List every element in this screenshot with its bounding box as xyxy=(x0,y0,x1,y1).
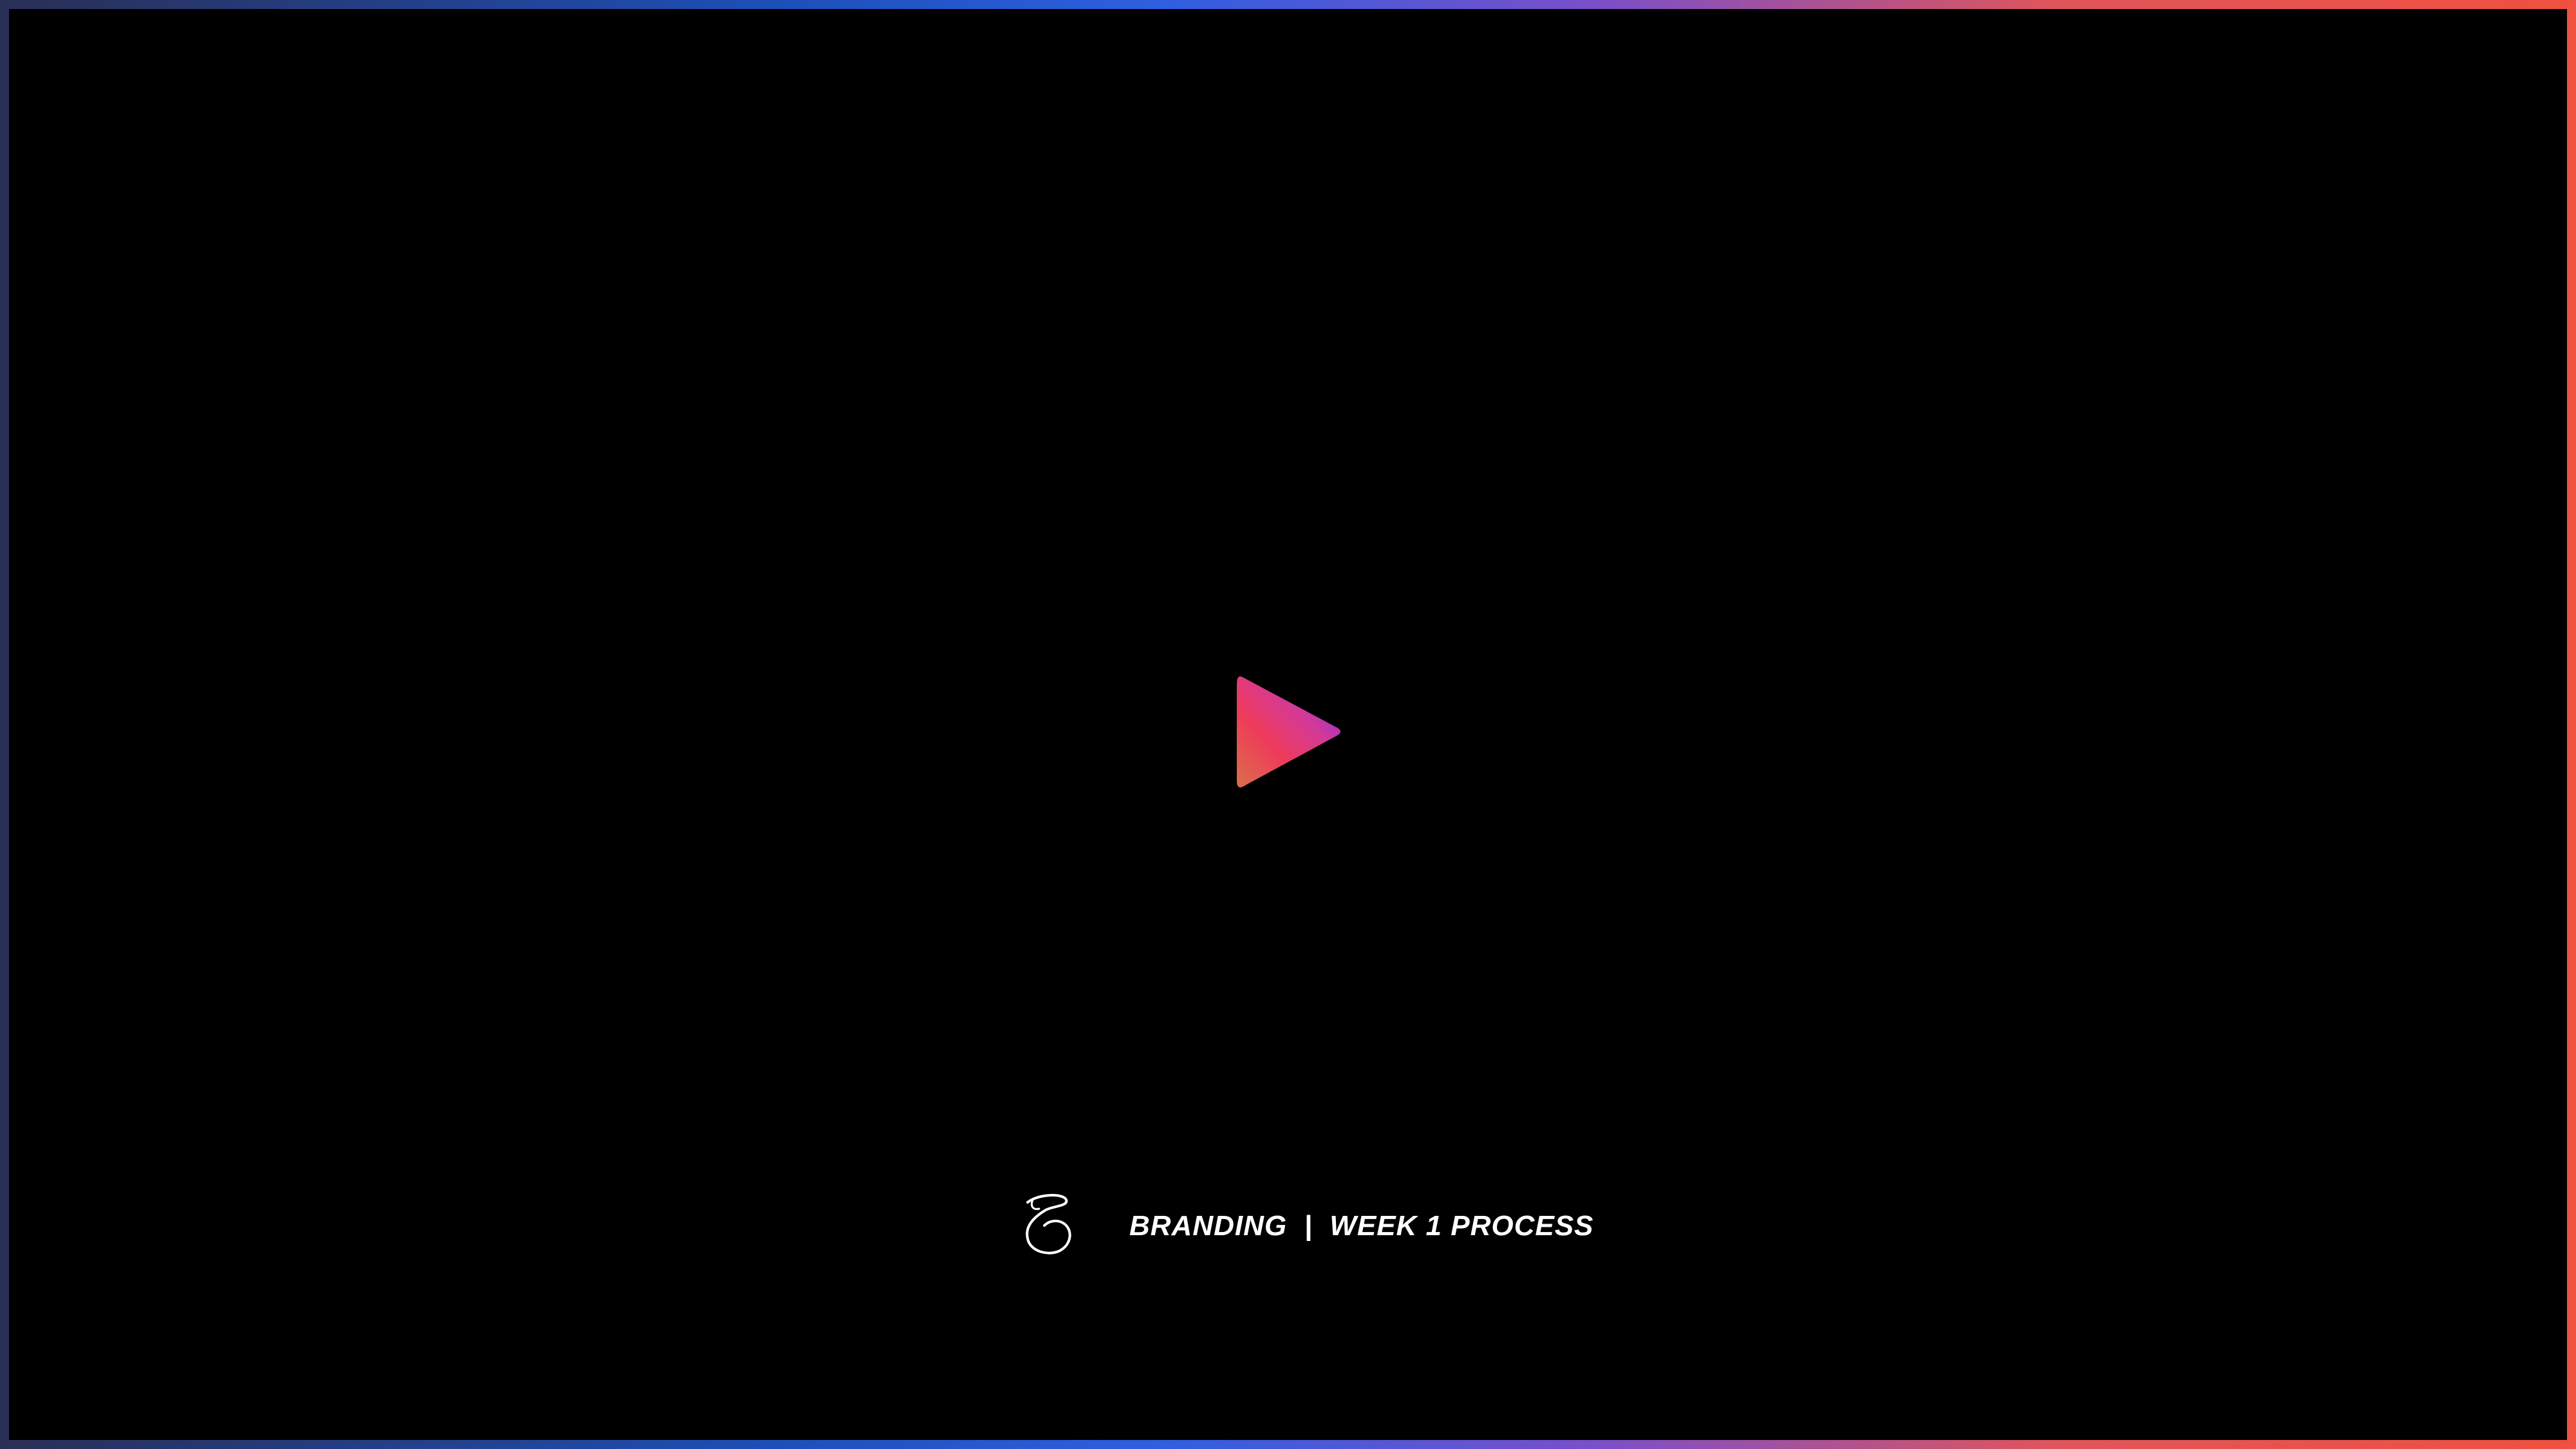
play-button[interactable] xyxy=(1236,672,1345,791)
footer: BRANDING | WEEK 1 PROCESS xyxy=(1013,1191,1594,1262)
script-s-logo xyxy=(1013,1191,1078,1262)
frame-border-bottom xyxy=(0,1440,2576,1449)
video-caption: BRANDING | WEEK 1 PROCESS xyxy=(1129,1210,1594,1242)
frame-border-left xyxy=(0,0,9,1449)
play-icon xyxy=(1237,676,1340,788)
video-frame: BRANDING | WEEK 1 PROCESS xyxy=(0,0,2576,1449)
frame-border-right xyxy=(2567,0,2576,1449)
